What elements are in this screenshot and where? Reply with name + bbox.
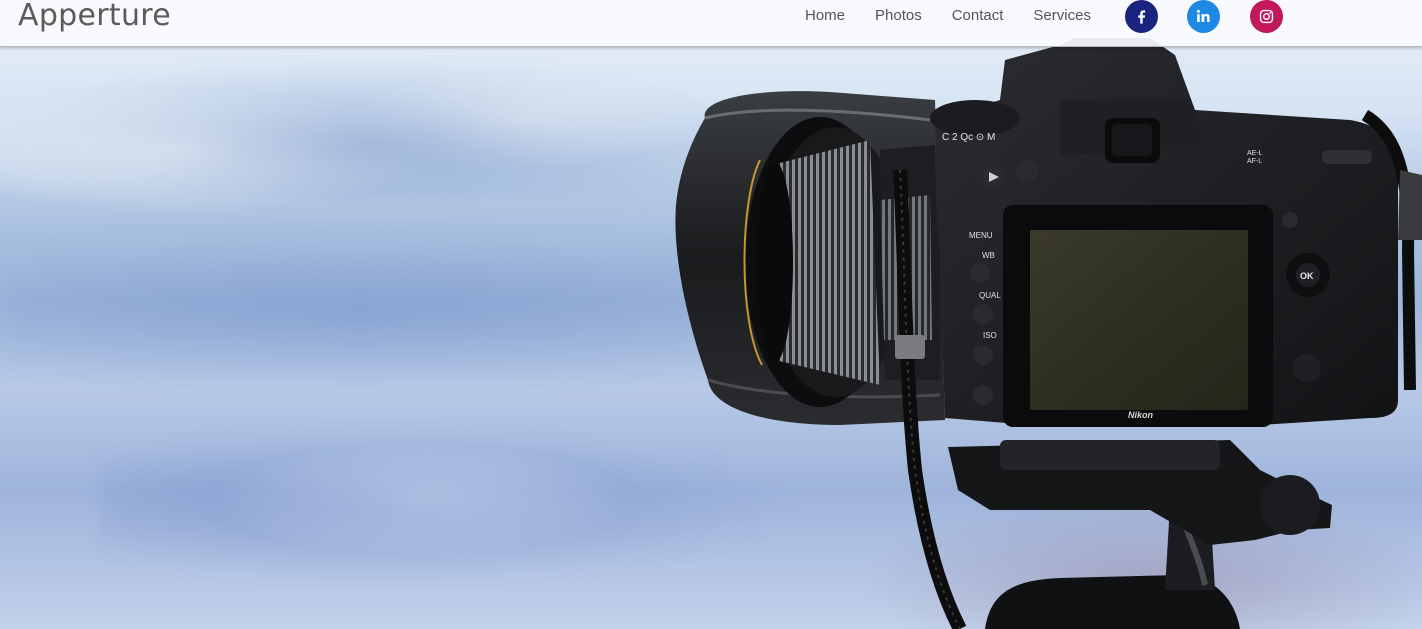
top-navbar: Apperture Home Photos Contact Services (0, 0, 1422, 47)
instagram-icon (1259, 9, 1274, 24)
svg-text:C 2 Qc ⊙ M: C 2 Qc ⊙ M (942, 132, 995, 143)
main-nav: Home Photos Contact Services (790, 0, 1106, 32)
linkedin-icon (1196, 9, 1210, 23)
nav-home-link[interactable]: Home (790, 0, 860, 32)
hero-background: C 2 Qc ⊙ M Nikon MENU WB QUAL ISO AE-L A… (0, 0, 1422, 629)
svg-text:AE-L: AE-L (1247, 150, 1263, 157)
nav-photos-link[interactable]: Photos (860, 0, 937, 32)
svg-text:WB: WB (982, 251, 995, 260)
svg-text:QUAL: QUAL (979, 291, 1001, 300)
svg-text:AF-L: AF-L (1247, 158, 1262, 165)
camera-photo: C 2 Qc ⊙ M Nikon MENU WB QUAL ISO AE-L A… (675, 38, 1422, 629)
instagram-link[interactable] (1250, 0, 1283, 33)
svg-text:ISO: ISO (983, 331, 997, 340)
facebook-icon (1138, 10, 1146, 24)
nav-contact-link[interactable]: Contact (937, 0, 1019, 32)
svg-text:MENU: MENU (969, 231, 993, 240)
linkedin-link[interactable] (1187, 0, 1220, 33)
svg-text:Nikon: Nikon (1128, 410, 1154, 420)
svg-text:OK: OK (1300, 271, 1314, 281)
facebook-link[interactable] (1125, 0, 1158, 33)
brand-logo[interactable]: Apperture (18, 0, 171, 33)
nav-services-link[interactable]: Services (1018, 0, 1106, 32)
